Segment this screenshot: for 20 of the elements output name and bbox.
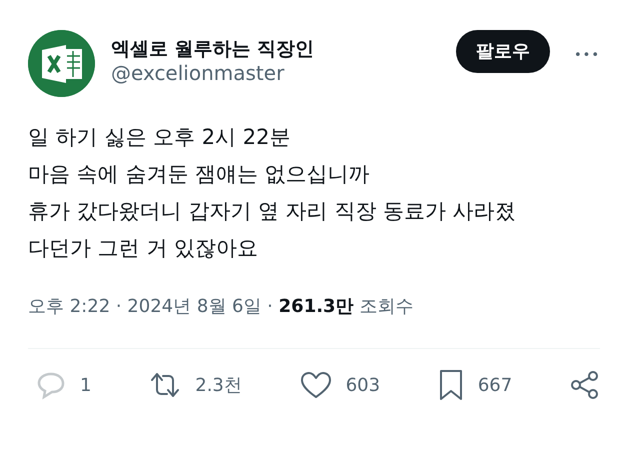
like-button[interactable]: 603	[300, 370, 380, 400]
tweet-text-line: 마음 속에 숨겨둔 잼얘는 없으십니까	[28, 161, 371, 188]
share-icon	[570, 370, 600, 400]
bookmark-icon	[438, 369, 464, 401]
tweet-meta: 오후 2:22 · 2024년 8월 6일 · 261.3만 조회수	[28, 295, 414, 319]
author-name[interactable]: 엑셀로 월루하는 직장인	[111, 38, 456, 61]
heart-icon	[300, 370, 332, 400]
author-handle[interactable]: @excelionmaster	[111, 60, 456, 85]
avatar-icon[interactable]	[28, 30, 95, 97]
follow-button[interactable]: 팔로우	[456, 30, 550, 73]
reply-icon	[36, 370, 66, 400]
tweet-text-line: 다던가 그런 거 있잖아요	[28, 235, 260, 262]
reply-button[interactable]: 1	[36, 370, 92, 400]
tweet-text-line: 휴가 갔다왔더니 갑자기 옆 자리 직장 동료가 사라졌	[28, 198, 517, 225]
repost-button[interactable]: 2.3천	[149, 370, 242, 400]
share-button[interactable]	[570, 370, 600, 400]
tweet-text-line: 일 하기 싫은 오후 2시 22분	[28, 124, 292, 151]
repost-icon	[149, 370, 182, 400]
more-button[interactable]: •••	[574, 46, 600, 66]
bookmark-button[interactable]: 667	[438, 369, 512, 401]
